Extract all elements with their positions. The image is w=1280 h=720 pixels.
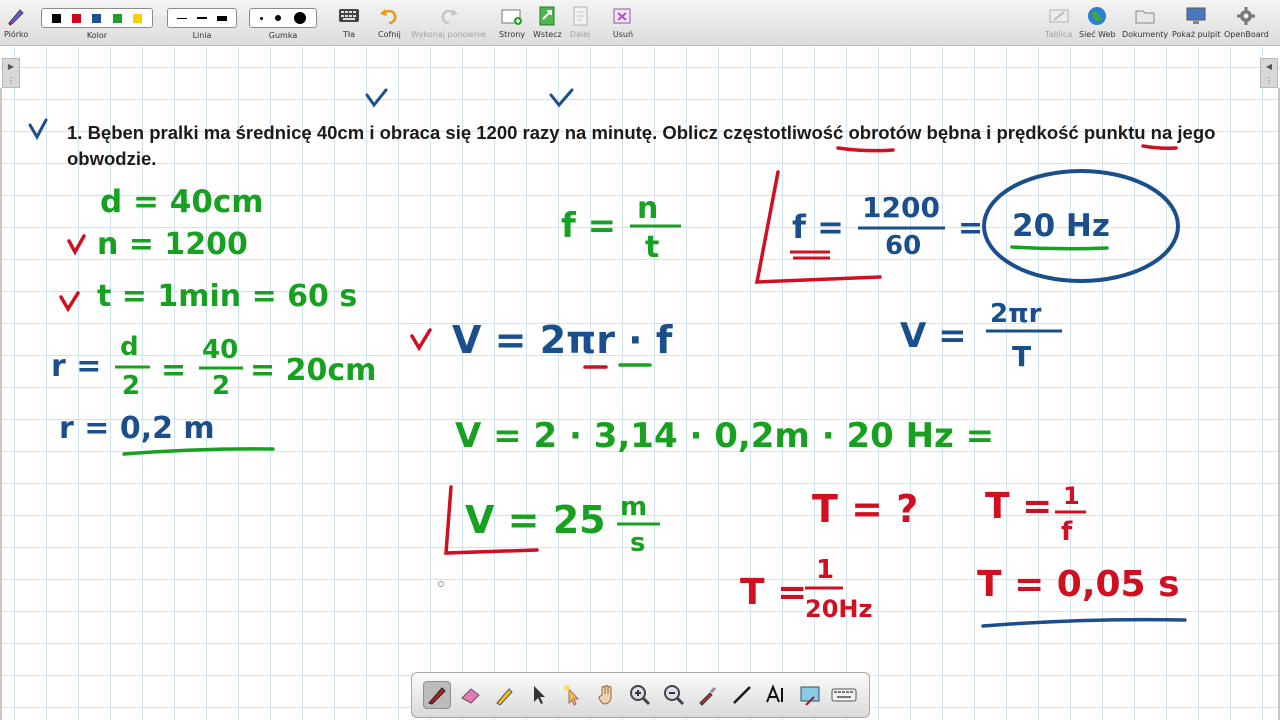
period-calc-num: 1 <box>816 555 834 585</box>
freq-formula-den: t <box>645 230 659 265</box>
pen-icon <box>428 687 446 705</box>
underline-speed <box>1141 144 1178 150</box>
velocity-period-lhs: V = <box>900 316 967 356</box>
freq-result: 20 Hz <box>1012 208 1110 244</box>
zoom-out-tool[interactable] <box>660 681 688 709</box>
highlighter-icon <box>496 688 513 706</box>
pen-tool[interactable] <box>422 681 451 709</box>
eraser-icon <box>461 688 480 704</box>
keyboard-tool[interactable] <box>830 681 858 709</box>
velocity-calculation: V = 2 · 3,14 · 0,2m · 20 Hz = <box>455 416 994 456</box>
radius-underline <box>122 447 275 456</box>
velocity-result: V = 25 <box>465 498 606 542</box>
radius-denominator-2b: 2 <box>212 371 230 401</box>
velocity-unit-num: m <box>620 492 647 522</box>
eraser-tool[interactable] <box>457 681 485 709</box>
laser-tool[interactable] <box>559 681 587 709</box>
freq-box-equals: = <box>958 211 983 246</box>
text-icon <box>766 684 784 703</box>
radius-lhs: r = <box>51 349 101 384</box>
check-mark-top-1 <box>365 88 388 108</box>
freq-box-num: 1200 <box>862 191 940 224</box>
radius-result-cm: = 20cm <box>250 353 376 388</box>
keyboard-icon <box>831 688 857 702</box>
line-icon <box>733 686 752 704</box>
velocity-period-num: 2πr <box>990 299 1042 329</box>
pointer-icon <box>533 686 545 704</box>
period-definition-lhs: T = <box>985 486 1052 527</box>
radius-result-m: r = 0,2 m <box>59 411 215 446</box>
zoom-in-icon <box>630 685 651 706</box>
underline-frequency <box>836 146 895 153</box>
period-definition-den: f <box>1061 517 1073 547</box>
check-mark-n <box>67 234 86 256</box>
freq-result-underline <box>1010 245 1109 251</box>
period-result: T = 0,05 s <box>977 564 1180 605</box>
given-diameter: d = 40cm <box>100 184 264 220</box>
radius-equals: = <box>161 353 186 388</box>
freq-box-f-underline <box>790 250 830 260</box>
zoom-out-icon <box>664 685 685 706</box>
line-tool[interactable] <box>728 681 756 709</box>
hand-tool[interactable] <box>593 681 621 709</box>
laser-icon <box>563 685 579 706</box>
highlighter-tool[interactable] <box>491 681 519 709</box>
velocity-unit-den: s <box>630 528 645 558</box>
radius-numerator-40: 40 <box>202 335 238 365</box>
freq-box-den: 60 <box>885 231 921 261</box>
radius-numerator-d: d <box>120 332 139 362</box>
given-rotations: n = 1200 <box>97 227 248 262</box>
text-tool[interactable] <box>762 681 790 709</box>
given-time: t = 1min = 60 s <box>97 279 357 314</box>
check-mark-problem <box>28 118 48 141</box>
check-mark-t <box>59 291 80 313</box>
zoom-in-tool[interactable] <box>626 681 654 709</box>
radius-denominator-2: 2 <box>122 371 140 401</box>
pointer-tool[interactable] <box>525 681 553 709</box>
period-calc-lhs: T = <box>740 572 807 613</box>
period-result-underline <box>981 617 1187 628</box>
capture-tool[interactable] <box>796 681 824 709</box>
velocity-formula: V = 2πr · f <box>452 318 673 362</box>
capture-icon <box>800 686 820 706</box>
period-definition-num: 1 <box>1063 482 1080 510</box>
cursor-dot <box>438 581 444 587</box>
period-question: T = ? <box>812 487 918 531</box>
hand-icon <box>598 685 612 705</box>
period-calc-den: 20Hz <box>805 595 872 623</box>
check-mark-v <box>410 328 432 352</box>
check-mark-top-2 <box>549 88 574 108</box>
handwriting-layer: d = 40cm n = 1200 t = 1min = 60 s r = d … <box>28 88 1187 628</box>
pipette-tool[interactable] <box>694 681 722 709</box>
velocity-period-den: T <box>1012 340 1031 373</box>
pipette-icon <box>699 687 717 706</box>
freq-formula-num: n <box>637 191 658 226</box>
tool-palette <box>411 672 870 718</box>
freq-box-lhs: f = <box>792 208 844 246</box>
freq-formula-lhs: f = <box>561 206 616 246</box>
